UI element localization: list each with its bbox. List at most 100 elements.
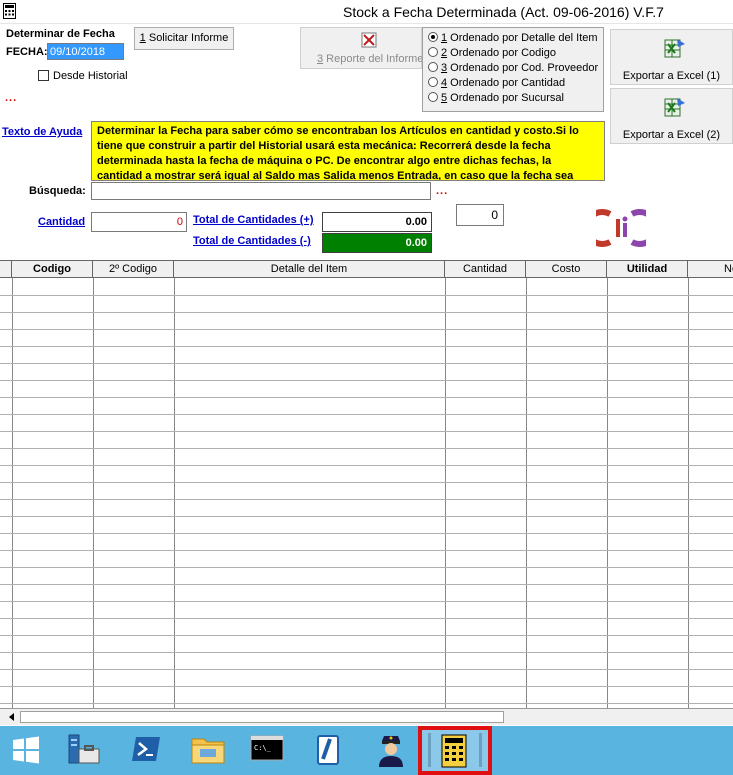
table-row: [0, 635, 733, 636]
total-plus-link[interactable]: Total de Cantidades (+): [193, 214, 314, 226]
solicitar-informe-button[interactable]: 1 Solicitar Informe: [134, 27, 234, 50]
windows-start-icon[interactable]: [0, 726, 52, 775]
counter-field: 0: [456, 204, 504, 226]
sort-label: Ordenado por Codigo: [447, 47, 556, 59]
command-prompt-icon[interactable]: C:\_: [240, 726, 292, 775]
sort-label: Ordenado por Sucursal: [447, 92, 564, 104]
table-row: [0, 703, 733, 704]
svg-text:C:\_: C:\_: [254, 744, 272, 752]
fecha-label: FECHA:: [6, 46, 48, 58]
table-row: [0, 380, 733, 381]
company-logo-icon: [596, 209, 646, 247]
grid-col-line: [93, 278, 94, 708]
export-excel-1-label: Exportar a Excel (1): [622, 70, 721, 82]
radio-selected[interactable]: [428, 32, 438, 42]
radio[interactable]: [428, 47, 438, 57]
sort-option-detalle[interactable]: 1 Ordenado por Detalle del Item: [428, 32, 598, 47]
export-excel-2-button[interactable]: Exportar a Excel (2): [610, 88, 733, 144]
busqueda-dots[interactable]: ...: [436, 185, 448, 197]
radio[interactable]: [428, 62, 438, 72]
sort-option-cantidad[interactable]: 4 Ordenado por Cantidad: [428, 77, 565, 92]
col-cantidad[interactable]: Cantidad: [445, 261, 526, 278]
table-row: [0, 567, 733, 568]
texto-ayuda-link[interactable]: Texto de Ayuda: [2, 126, 82, 138]
row-selector-header: [0, 261, 12, 278]
taskbar: C:\_: [0, 726, 733, 775]
desde-historial-checkbox[interactable]: [38, 70, 49, 81]
total-minus-field: 0.00: [322, 233, 432, 253]
notepad-icon[interactable]: [302, 726, 354, 775]
cantidad-field[interactable]: 0: [91, 212, 187, 232]
table-row: [0, 465, 733, 466]
scrollbar-thumb[interactable]: [20, 711, 504, 723]
table-row: [0, 499, 733, 500]
items-grid[interactable]: Codigo 2º Codigo Detalle del Item Cantid…: [0, 260, 733, 708]
scroll-left-arrow-icon[interactable]: [6, 711, 18, 723]
desde-historial-label: Desde Historial: [53, 70, 128, 82]
date-dots[interactable]: ...: [5, 92, 17, 104]
table-row: [0, 329, 733, 330]
table-row: [0, 618, 733, 619]
col-codigo[interactable]: Codigo: [12, 261, 93, 278]
total-plus-field: 0.00: [322, 212, 432, 232]
table-row: [0, 397, 733, 398]
sort-option-group: 1 Ordenado por Detalle del Item 2 Ordena…: [422, 27, 604, 112]
table-row: [0, 448, 733, 449]
file-explorer-icon[interactable]: [180, 726, 232, 775]
app-icon: [3, 3, 16, 19]
radio[interactable]: [428, 77, 438, 87]
table-row: [0, 516, 733, 517]
horizontal-scrollbar[interactable]: [0, 708, 733, 725]
col-segundo-codigo[interactable]: 2º Codigo: [93, 261, 174, 278]
grid-col-line: [607, 278, 608, 708]
sort-option-sucursal[interactable]: 5 Ordenado por Sucursal: [428, 92, 564, 107]
table-row: [0, 346, 733, 347]
col-costo[interactable]: Costo: [526, 261, 607, 278]
window-title: Stock a Fecha Determinada (Act. 09-06-20…: [343, 4, 664, 20]
grid-col-line: [445, 278, 446, 708]
table-row: [0, 363, 733, 364]
busqueda-label: Búsqueda:: [29, 185, 86, 197]
sort-label: Ordenado por Cantidad: [447, 77, 566, 89]
table-row: [0, 414, 733, 415]
date-heading: Determinar de Fecha: [6, 28, 115, 40]
excel-export-icon: [664, 39, 685, 58]
cantidad-link[interactable]: Cantidad: [38, 216, 85, 228]
table-row: [0, 669, 733, 670]
grid-col-line: [174, 278, 175, 708]
col-ne[interactable]: Ne: [688, 261, 733, 278]
col-utilidad[interactable]: Utilidad: [607, 261, 688, 278]
export-excel-2-label: Exportar a Excel (2): [622, 129, 721, 141]
table-row: [0, 295, 733, 296]
help-text-box: Determinar la Fecha para saber cómo se e…: [91, 121, 605, 181]
reporte-label: Reporte del Informe: [323, 53, 424, 65]
grid-col-line: [12, 278, 13, 708]
server-manager-icon[interactable]: [55, 726, 107, 775]
busqueda-input[interactable]: [91, 182, 431, 200]
fecha-input[interactable]: [47, 43, 124, 60]
reporte-informe-button[interactable]: 3 Reporte del Informe: [300, 27, 424, 69]
grid-col-line: [526, 278, 527, 708]
radio[interactable]: [428, 92, 438, 102]
grid-col-line: [688, 278, 689, 708]
table-row: [0, 584, 733, 585]
sort-label: Ordenado por Detalle del Item: [447, 32, 598, 44]
grid-header: Codigo 2º Codigo Detalle del Item Cantid…: [0, 261, 733, 278]
sort-label: Ordenado por Cod. Proveedor: [447, 62, 599, 74]
table-row: [0, 312, 733, 313]
sort-option-proveedor[interactable]: 3 Ordenado por Cod. Proveedor: [428, 62, 598, 77]
police-user-icon[interactable]: [364, 726, 416, 775]
total-minus-link[interactable]: Total de Cantidades (-): [193, 235, 311, 247]
table-row: [0, 652, 733, 653]
table-row: [0, 550, 733, 551]
export-excel-1-button[interactable]: Exportar a Excel (1): [610, 29, 733, 85]
report-disabled-icon: [361, 32, 377, 48]
table-row: [0, 482, 733, 483]
stock-app-icon[interactable]: [418, 726, 492, 775]
table-row: [0, 431, 733, 432]
table-row: [0, 601, 733, 602]
sort-option-codigo[interactable]: 2 Ordenado por Codigo: [428, 47, 556, 62]
col-detalle[interactable]: Detalle del Item: [174, 261, 445, 278]
solicitar-label: Solicitar Informe: [145, 32, 229, 44]
powershell-icon[interactable]: [120, 726, 172, 775]
